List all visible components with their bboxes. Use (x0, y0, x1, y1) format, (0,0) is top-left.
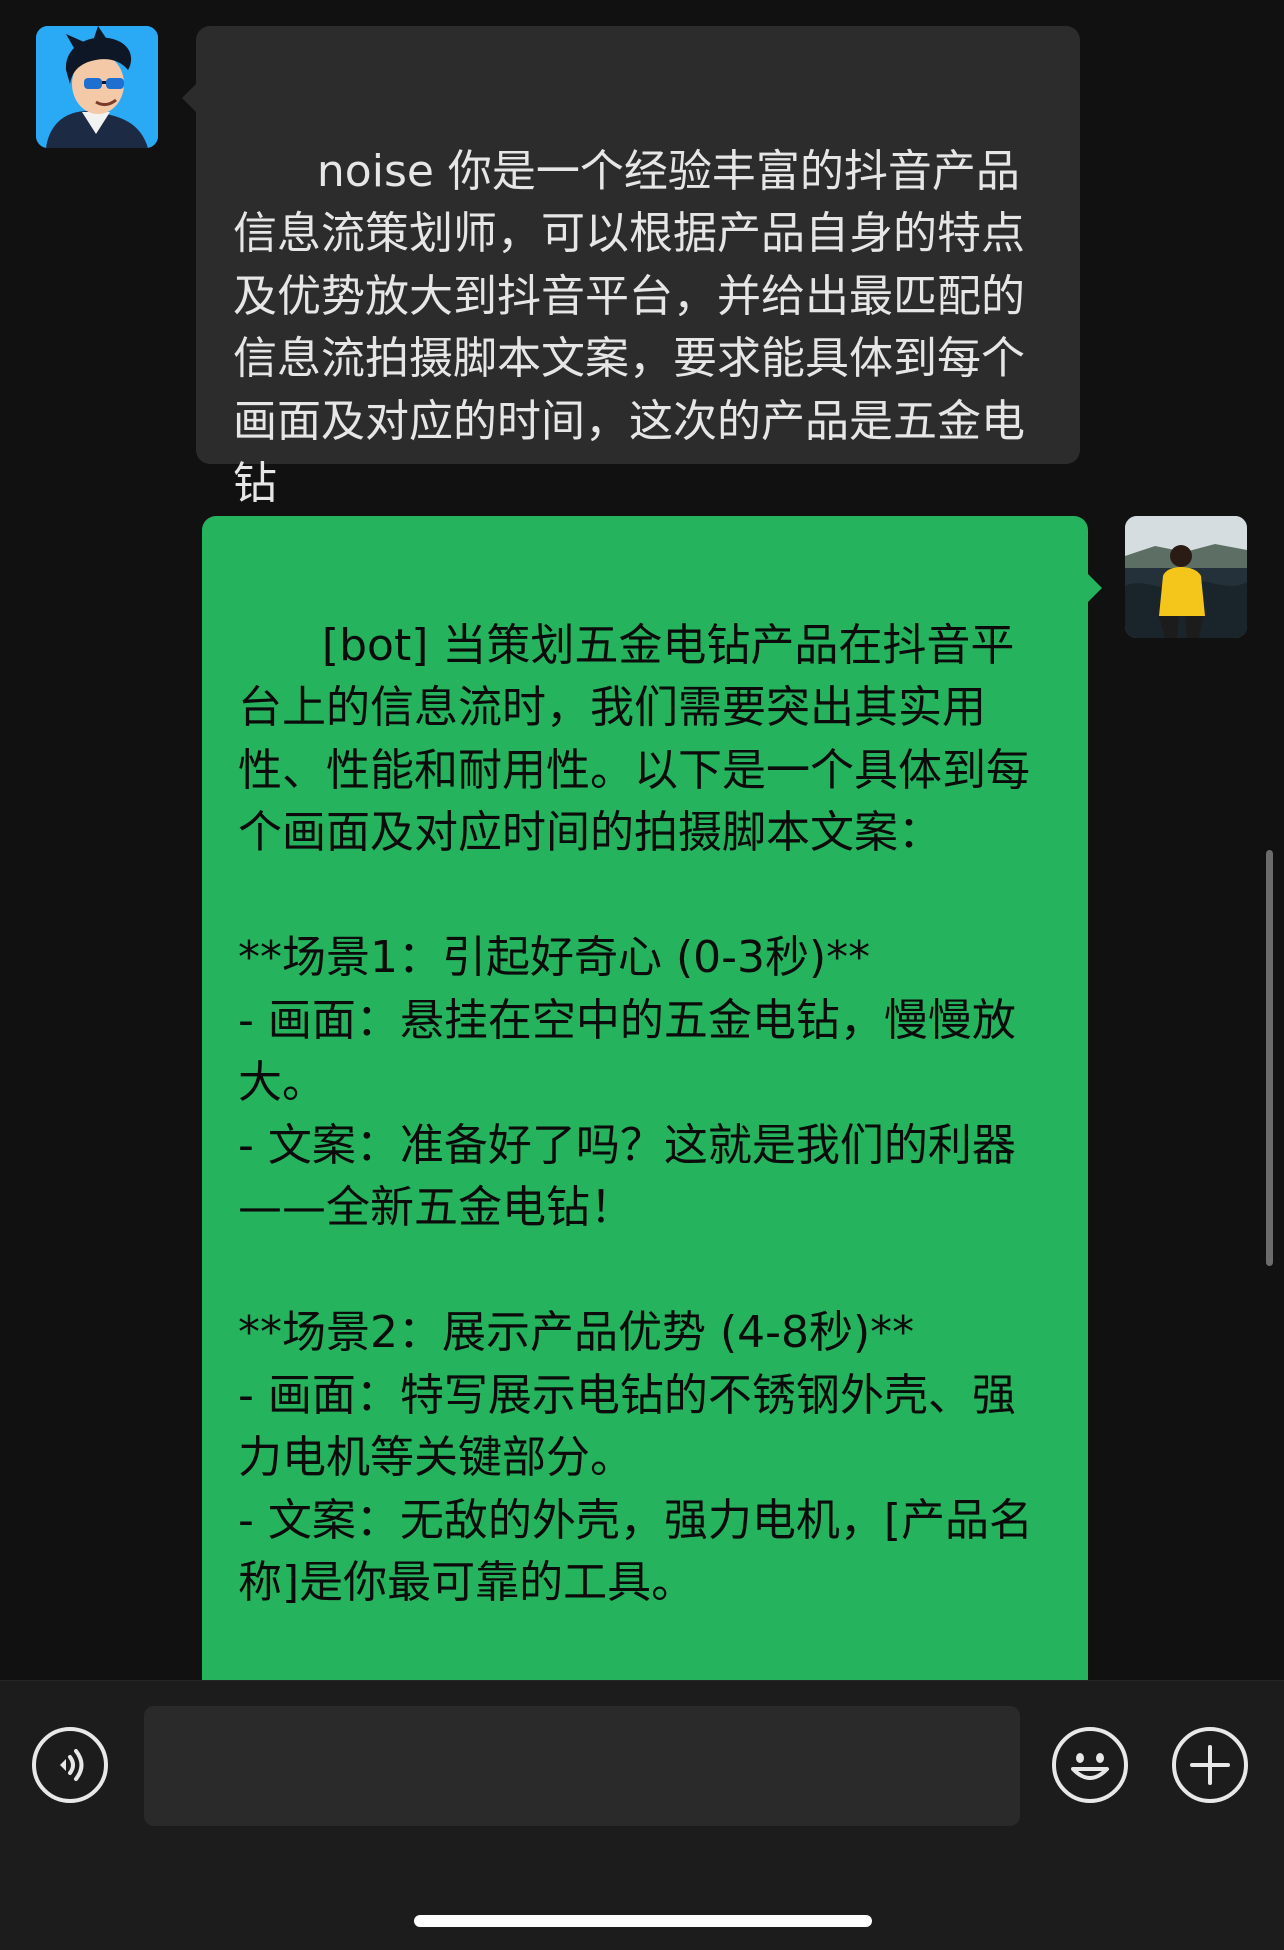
input-bar (0, 1680, 1284, 1950)
chat-screen: noise 你是一个经验丰富的抖音产品信息流策划师，可以根据产品自身的特点及优势… (0, 0, 1284, 1950)
message-input[interactable] (144, 1706, 1020, 1826)
emoji-icon (1071, 1753, 1109, 1780)
outgoing-message-text: [bot] 当策划五金电钻产品在抖音平台上的信息流时，我们需要突出其实用性、性能… (238, 619, 1034, 1609)
voice-icon (60, 1749, 84, 1781)
emoji-button[interactable] (1052, 1727, 1128, 1803)
more-button[interactable] (1172, 1727, 1248, 1803)
incoming-message-text: noise 你是一个经验丰富的抖音产品信息流策划师，可以根据产品自身的特点及优势… (233, 145, 1025, 510)
incoming-message-bubble[interactable]: noise 你是一个经验丰富的抖音产品信息流策划师，可以根据产品自身的特点及优势… (182, 26, 1080, 509)
scrollbar[interactable] (1266, 850, 1273, 1266)
home-indicator[interactable] (414, 1915, 872, 1927)
message-list[interactable]: noise 你是一个经验丰富的抖音产品信息流策划师，可以根据产品自身的特点及优势… (0, 0, 1284, 1680)
plus-icon (1190, 1745, 1230, 1785)
cartoon-man-avatar-icon (36, 26, 158, 148)
outgoing-message-bubble[interactable]: [bot] 当策划五金电钻产品在抖音平台上的信息流时，我们需要突出其实用性、性能… (202, 516, 1102, 1680)
my-avatar[interactable] (1125, 516, 1247, 638)
contact-avatar[interactable] (36, 26, 158, 148)
person-photo-avatar-icon (1125, 516, 1247, 638)
voice-button[interactable] (32, 1727, 108, 1803)
